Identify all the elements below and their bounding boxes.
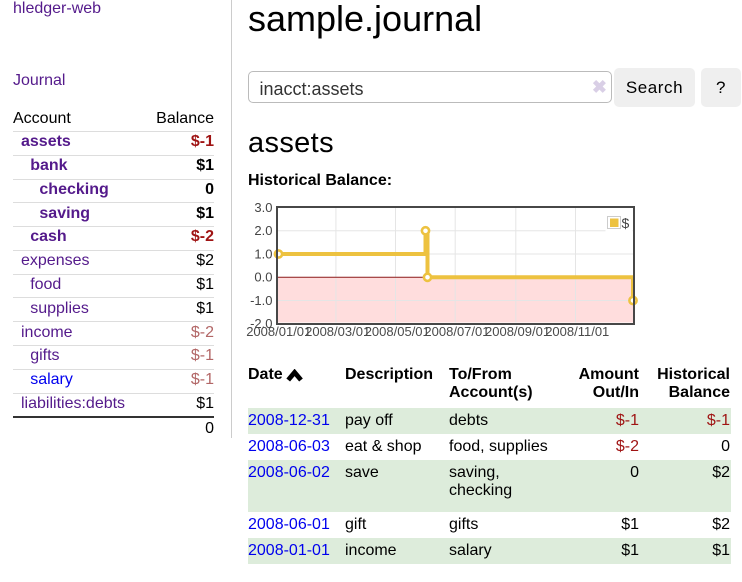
- svg-text:3.0: 3.0: [254, 200, 272, 215]
- svg-text:2008/03/01: 2008/03/01: [305, 324, 370, 339]
- svg-text:2008/11/01: 2008/11/01: [545, 324, 609, 339]
- svg-text:-1.0: -1.0: [250, 293, 272, 308]
- svg-text:2008/09/01: 2008/09/01: [485, 324, 550, 339]
- svg-text:2008/01/01: 2008/01/01: [246, 324, 311, 339]
- svg-text:0.0: 0.0: [254, 270, 272, 285]
- svg-text:2008/05/01: 2008/05/01: [365, 324, 430, 339]
- svg-text:2008/07/01: 2008/07/01: [424, 324, 489, 339]
- svg-text:1.0: 1.0: [254, 246, 272, 261]
- svg-text:$: $: [622, 215, 630, 231]
- svg-text:2.0: 2.0: [254, 223, 272, 238]
